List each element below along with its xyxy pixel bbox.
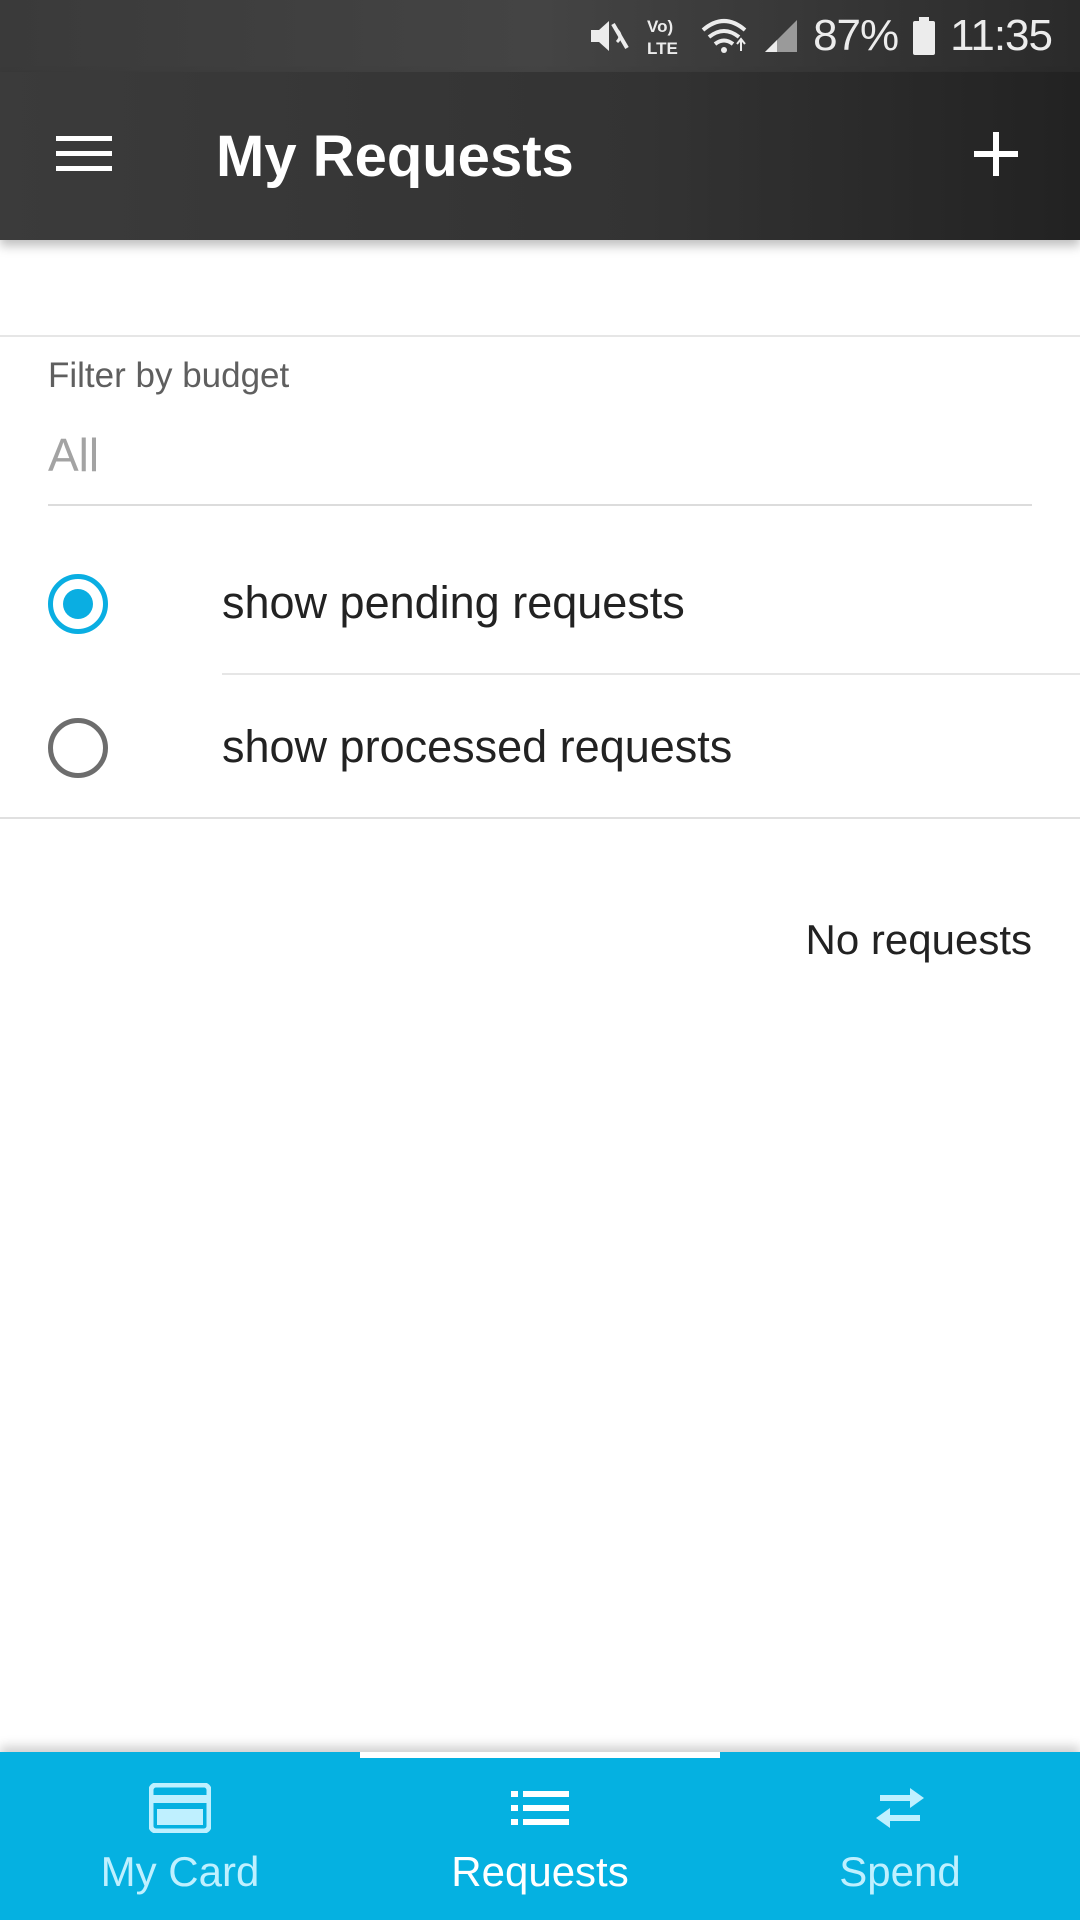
- processed-radio-button[interactable]: [48, 718, 108, 778]
- pending-requests-label: show pending requests: [222, 577, 685, 628]
- divider: [0, 817, 1080, 819]
- empty-state-message: No requests: [805, 916, 1032, 963]
- divider: [0, 335, 1080, 337]
- nav-requests[interactable]: Requests: [360, 1752, 720, 1920]
- nav-my-card-label: My Card: [100, 1848, 260, 1895]
- plus-icon: [974, 131, 1018, 181]
- hamburger-menu-icon: [56, 134, 112, 179]
- clock: 11:35: [950, 11, 1053, 60]
- processed-requests-option[interactable]: show processed requests: [0, 676, 1080, 818]
- status-icons: Vo) LTE 87% 11:35: [587, 0, 1053, 72]
- svg-text:Vo): Vo): [647, 17, 673, 36]
- wifi-icon: [699, 16, 749, 56]
- mute-icon: [587, 16, 631, 56]
- svg-text:LTE: LTE: [647, 39, 678, 58]
- volte-icon: Vo) LTE: [645, 14, 685, 58]
- list-icon: [511, 1790, 569, 1831]
- filter-label: Filter by budget: [48, 356, 290, 395]
- add-request-button[interactable]: [952, 116, 1040, 196]
- budget-filter-select[interactable]: All: [48, 420, 1032, 506]
- battery-icon: [912, 16, 936, 56]
- divider: [222, 673, 1080, 675]
- page-title: My Requests: [216, 123, 574, 189]
- pending-radio-button[interactable]: [48, 574, 108, 634]
- menu-button[interactable]: [40, 116, 128, 196]
- budget-filter-value: All: [48, 429, 100, 481]
- nav-spend[interactable]: Spend: [720, 1752, 1080, 1920]
- nav-requests-label: Requests: [451, 1848, 629, 1895]
- battery-percent: 87%: [813, 11, 899, 60]
- app-bar: My Requests: [0, 72, 1080, 240]
- processed-requests-label: show processed requests: [222, 721, 733, 772]
- pending-requests-option[interactable]: show pending requests: [0, 532, 1080, 674]
- swap-arrows-icon: [872, 1785, 928, 1836]
- nav-my-card[interactable]: My Card: [0, 1752, 360, 1920]
- bottom-navigation: My Card Requests Spend: [0, 1752, 1080, 1920]
- credit-card-icon: [148, 1782, 212, 1838]
- signal-icon: [763, 18, 799, 54]
- status-bar: Vo) LTE 87% 11:35: [0, 0, 1080, 72]
- nav-spend-label: Spend: [839, 1848, 961, 1895]
